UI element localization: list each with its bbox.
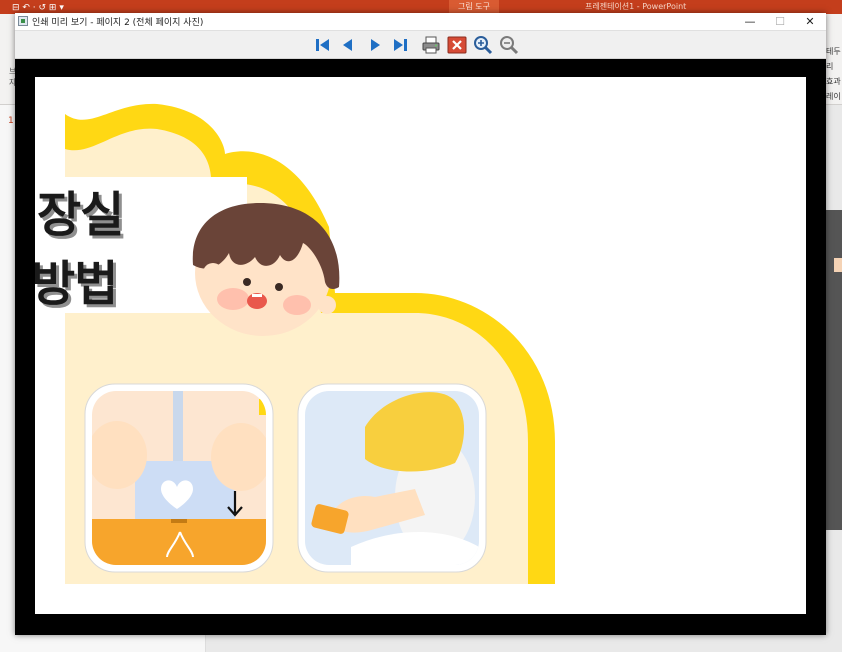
slide-title-line-1: 장실 [37, 187, 124, 243]
close-button[interactable]: ✕ [793, 13, 827, 30]
picture-frame-right [297, 383, 487, 573]
next-page-icon[interactable] [365, 35, 385, 55]
powerpoint-doc-title: 프레젠테이션1 - PowerPoint [585, 2, 687, 11]
slide-title-line-2: 방법 [35, 256, 118, 312]
first-page-icon[interactable] [313, 35, 333, 55]
print-preview-window: 인쇄 미리 보기 - 페이지 2 (전체 페이지 사진) — ☐ ✕ 장실 방법 [15, 13, 826, 635]
quick-access-toolbar[interactable]: ⊟ ↶ · ↺ ⊞ ▾ [12, 3, 64, 13]
app-icon [18, 16, 28, 26]
background-dialog-strip [834, 258, 842, 272]
maximize-button[interactable]: ☐ [763, 13, 797, 30]
minimize-button[interactable]: — [733, 13, 767, 30]
slide-illustration [65, 103, 555, 584]
picture-frame-left [84, 383, 274, 573]
contextual-tab-picture-tools[interactable]: 그림 도구 [449, 0, 499, 14]
print-icon[interactable] [421, 35, 441, 55]
window-title: 인쇄 미리 보기 - 페이지 2 (전체 페이지 사진) [32, 18, 204, 28]
previous-page-icon[interactable] [338, 35, 358, 55]
preview-page: 장실 방법 [35, 77, 806, 614]
slide-number[interactable]: 1 [8, 116, 14, 126]
close-preview-icon[interactable] [447, 35, 467, 55]
preview-area: 장실 방법 [15, 59, 826, 635]
preview-toolbar [15, 31, 826, 59]
ribbon-item-effects[interactable]: 효과 [826, 74, 842, 89]
window-titlebar: 인쇄 미리 보기 - 페이지 2 (전체 페이지 사진) — ☐ ✕ [15, 13, 826, 31]
zoom-out-icon[interactable] [499, 35, 519, 55]
zoom-in-icon[interactable] [473, 35, 493, 55]
ribbon-item-border[interactable]: 테두리 [826, 44, 842, 74]
last-page-icon[interactable] [390, 35, 410, 55]
powerpoint-titlebar [0, 0, 842, 14]
